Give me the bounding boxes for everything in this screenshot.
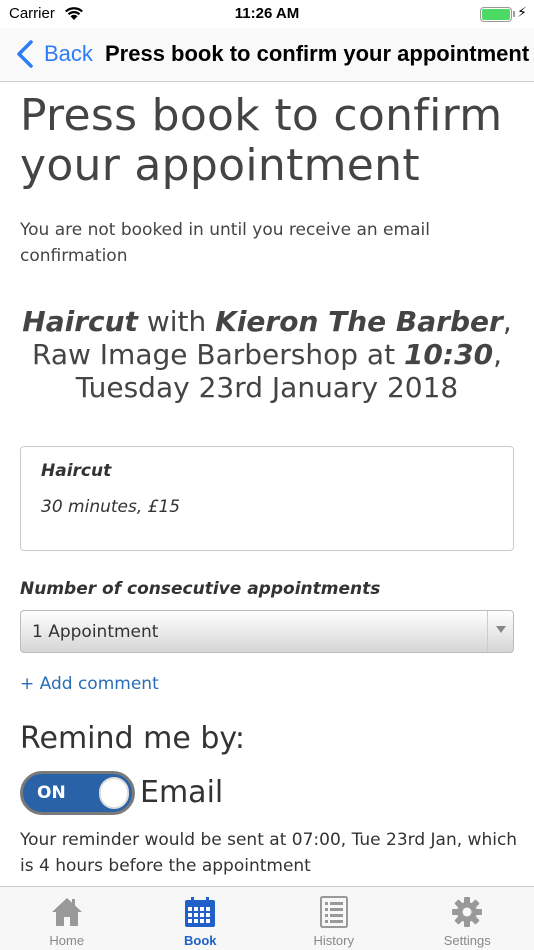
chevron-down-icon <box>487 611 513 652</box>
nav-title: Press book to confirm your appointment <box>105 41 530 66</box>
back-button[interactable]: Back <box>14 39 93 69</box>
toggle-state-label: ON <box>37 783 66 803</box>
reminder-note: Your reminder would be sent at 07:00, Tu… <box>20 830 518 876</box>
chevron-left-icon <box>17 40 33 68</box>
summary-shop: Raw Image Barbershop at <box>31 338 404 371</box>
back-label: Back <box>44 41 93 66</box>
summary-service: Haircut <box>22 305 138 338</box>
calendar-icon <box>185 897 216 927</box>
charging-icon: ⚡ <box>517 5 527 21</box>
navigation-bar: Back Press book to confirm your appointm… <box>0 28 534 82</box>
page-title: Press book to confirm your appointment <box>20 90 503 191</box>
tab-home[interactable]: Home <box>0 887 134 950</box>
summary-with: with <box>137 305 216 338</box>
add-comment-link[interactable]: + Add comment <box>20 674 159 694</box>
summary-date: Tuesday 23rd January 2018 <box>75 371 459 404</box>
battery-icon <box>480 7 512 22</box>
email-reminder-label: Email <box>140 775 224 810</box>
service-name: Haircut <box>41 461 112 481</box>
tab-settings-label: Settings <box>443 933 491 948</box>
tab-home-label: Home <box>49 933 85 948</box>
booking-content[interactable]: Press book to confirm your appointment Y… <box>0 83 534 886</box>
consecutive-appointments-label: Number of consecutive appointments <box>20 579 381 599</box>
consecutive-appointments-select[interactable]: 1 Appointment <box>20 610 514 653</box>
tab-book[interactable]: Book <box>134 887 268 950</box>
summary-barber: Kieron The Barber <box>215 305 503 338</box>
tab-settings[interactable]: Settings <box>401 887 534 950</box>
appointment-summary: Haircut with Kieron The Barber, Raw Imag… <box>20 305 514 404</box>
tab-bar: Home Book History Settings <box>0 886 534 950</box>
status-bar: Carrier 11:26 AM ⚡ <box>0 0 534 28</box>
summary-time: 10:30 <box>403 338 494 371</box>
home-icon <box>51 898 82 926</box>
email-reminder-toggle[interactable]: ON <box>20 771 135 815</box>
service-detail: 30 minutes, £15 <box>41 497 181 517</box>
service-card: Haircut 30 minutes, £15 <box>20 446 514 551</box>
tab-history-label: History <box>313 933 354 948</box>
tab-book-label: Book <box>184 933 217 948</box>
gear-icon <box>452 897 483 927</box>
tab-history[interactable]: History <box>267 887 401 950</box>
toggle-knob <box>99 777 129 809</box>
battery-cap <box>513 11 515 17</box>
clock: 11:26 AM <box>234 5 300 22</box>
summary-comma: , <box>502 305 512 338</box>
list-icon <box>319 896 348 928</box>
select-value: 1 Appointment <box>32 622 159 642</box>
booking-notice: You are not booked in until you receive … <box>20 220 430 266</box>
summary-comma-2: , <box>493 338 502 371</box>
remind-me-heading: Remind me by: <box>20 721 246 756</box>
